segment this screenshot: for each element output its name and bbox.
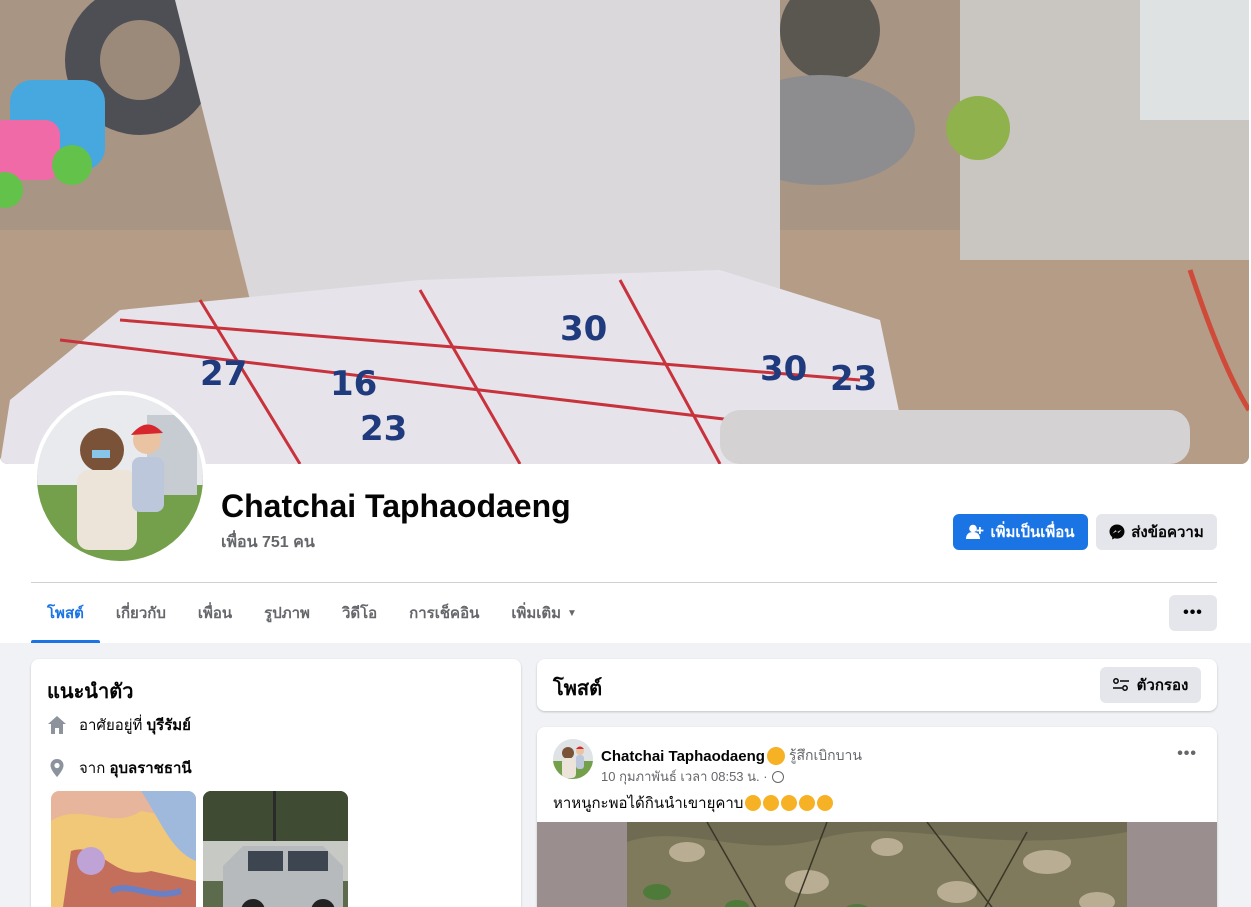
message-label: ส่งข้อความ xyxy=(1131,524,1204,541)
profile-name: Chatchai Taphaodaeng xyxy=(221,488,571,524)
add-friend-label: เพิ่มเป็นเพื่อน xyxy=(990,524,1075,541)
filter-icon xyxy=(1112,678,1129,691)
tab-checkins[interactable]: การเช็คอิน xyxy=(393,583,495,643)
tab-label: การเช็คอิน xyxy=(409,605,480,622)
featured-photo[interactable] xyxy=(203,791,348,907)
tab-friends[interactable]: เพื่อน xyxy=(182,583,248,643)
svg-text:30: 30 xyxy=(560,309,607,349)
emoji-icon xyxy=(781,795,798,811)
tab-label: เกี่ยวกับ xyxy=(115,605,166,622)
svg-text:23: 23 xyxy=(360,409,407,449)
intro-title: แนะนำตัว xyxy=(47,681,134,703)
caret-down-icon: ▼ xyxy=(567,607,577,619)
profile-more-button[interactable]: ••• xyxy=(1169,595,1217,631)
posts-title: โพสต์ xyxy=(553,678,603,700)
home-icon xyxy=(47,715,67,735)
profile-avatar[interactable] xyxy=(33,391,207,565)
lives-prefix: อาศัยอยู่ที่ xyxy=(79,717,143,734)
svg-text:23: 23 xyxy=(830,359,877,399)
post-more-button[interactable]: ••• xyxy=(1177,745,1197,763)
post-meta: 10 กุมภาพันธ์ เวลา 08:53 น. · xyxy=(601,766,784,787)
posts-header-card: โพสต์ ตัวกรอง xyxy=(537,659,1217,711)
tab-about[interactable]: เกี่ยวกับ xyxy=(100,583,182,643)
tab-label: โพสต์ xyxy=(47,605,84,622)
filter-label: ตัวกรอง xyxy=(1136,677,1189,694)
emoji-icon xyxy=(745,795,762,811)
svg-text:30: 30 xyxy=(760,349,807,389)
from-prefix: จาก xyxy=(79,760,106,777)
intro-card: แนะนำตัว อาศัยอยู่ที่ บุรีรัมย์ จาก อุบล… xyxy=(31,659,521,907)
intro-from: จาก อุบลราชธานี xyxy=(47,756,192,780)
tab-more[interactable]: เพิ่มเติม ▼ xyxy=(495,583,593,643)
public-globe-icon xyxy=(771,770,784,783)
tab-videos[interactable]: วิดีโอ xyxy=(326,583,393,643)
from-city[interactable]: อุบลราชธานี xyxy=(109,760,191,777)
cover-photo[interactable]: 27 16 23 30 30 23 xyxy=(0,0,1249,464)
filter-button[interactable]: ตัวกรอง xyxy=(1100,667,1201,703)
tab-photos[interactable]: รูปภาพ xyxy=(248,583,326,643)
svg-text:16: 16 xyxy=(330,364,377,404)
message-button[interactable]: ส่งข้อความ xyxy=(1096,514,1217,550)
post-author[interactable]: Chatchai Taphaodaeng xyxy=(601,748,765,765)
emoji-icon xyxy=(763,795,780,811)
emoji-icon xyxy=(799,795,816,811)
post-image[interactable] xyxy=(537,822,1217,907)
tab-posts[interactable]: โพสต์ xyxy=(31,583,100,643)
add-friend-icon xyxy=(966,524,984,539)
post-author-avatar[interactable] xyxy=(553,739,593,779)
svg-text:27: 27 xyxy=(200,354,247,394)
post-timestamp[interactable]: 10 กุมภาพันธ์ เวลา 08:53 น. · xyxy=(601,766,768,787)
tab-label: เพื่อน xyxy=(197,605,233,622)
feeling-emoji-icon xyxy=(766,747,785,765)
tab-label: เพิ่มเติม xyxy=(511,605,562,622)
featured-photo[interactable] xyxy=(51,791,196,907)
lives-city[interactable]: บุรีรัมย์ xyxy=(147,717,191,734)
post-author-line: Chatchai Taphaodaeng รู้สึกเบิกบาน xyxy=(601,745,862,767)
profile-tabs: โพสต์ เกี่ยวกับ เพื่อน รูปภาพ วิดีโอ การ… xyxy=(31,583,593,643)
post-card: Chatchai Taphaodaeng รู้สึกเบิกบาน 10 กุ… xyxy=(537,727,1217,907)
friends-count[interactable]: เพื่อน 751 คน xyxy=(221,530,315,555)
intro-lives-in: อาศัยอยู่ที่ บุรีรัมย์ xyxy=(47,713,191,737)
tab-label: วิดีโอ xyxy=(341,605,378,622)
post-text: หาหนูกะพอได้กินนำเขายุคาบ xyxy=(553,791,834,815)
location-pin-icon xyxy=(47,758,67,778)
messenger-icon xyxy=(1109,524,1125,540)
tab-label: รูปภาพ xyxy=(264,605,310,622)
post-body: หาหนูกะพอได้กินนำเขายุคาบ xyxy=(553,795,744,812)
emoji-icon xyxy=(817,795,834,811)
add-friend-button[interactable]: เพิ่มเป็นเพื่อน xyxy=(953,514,1088,550)
post-feeling: รู้สึกเบิกบาน xyxy=(788,747,862,763)
